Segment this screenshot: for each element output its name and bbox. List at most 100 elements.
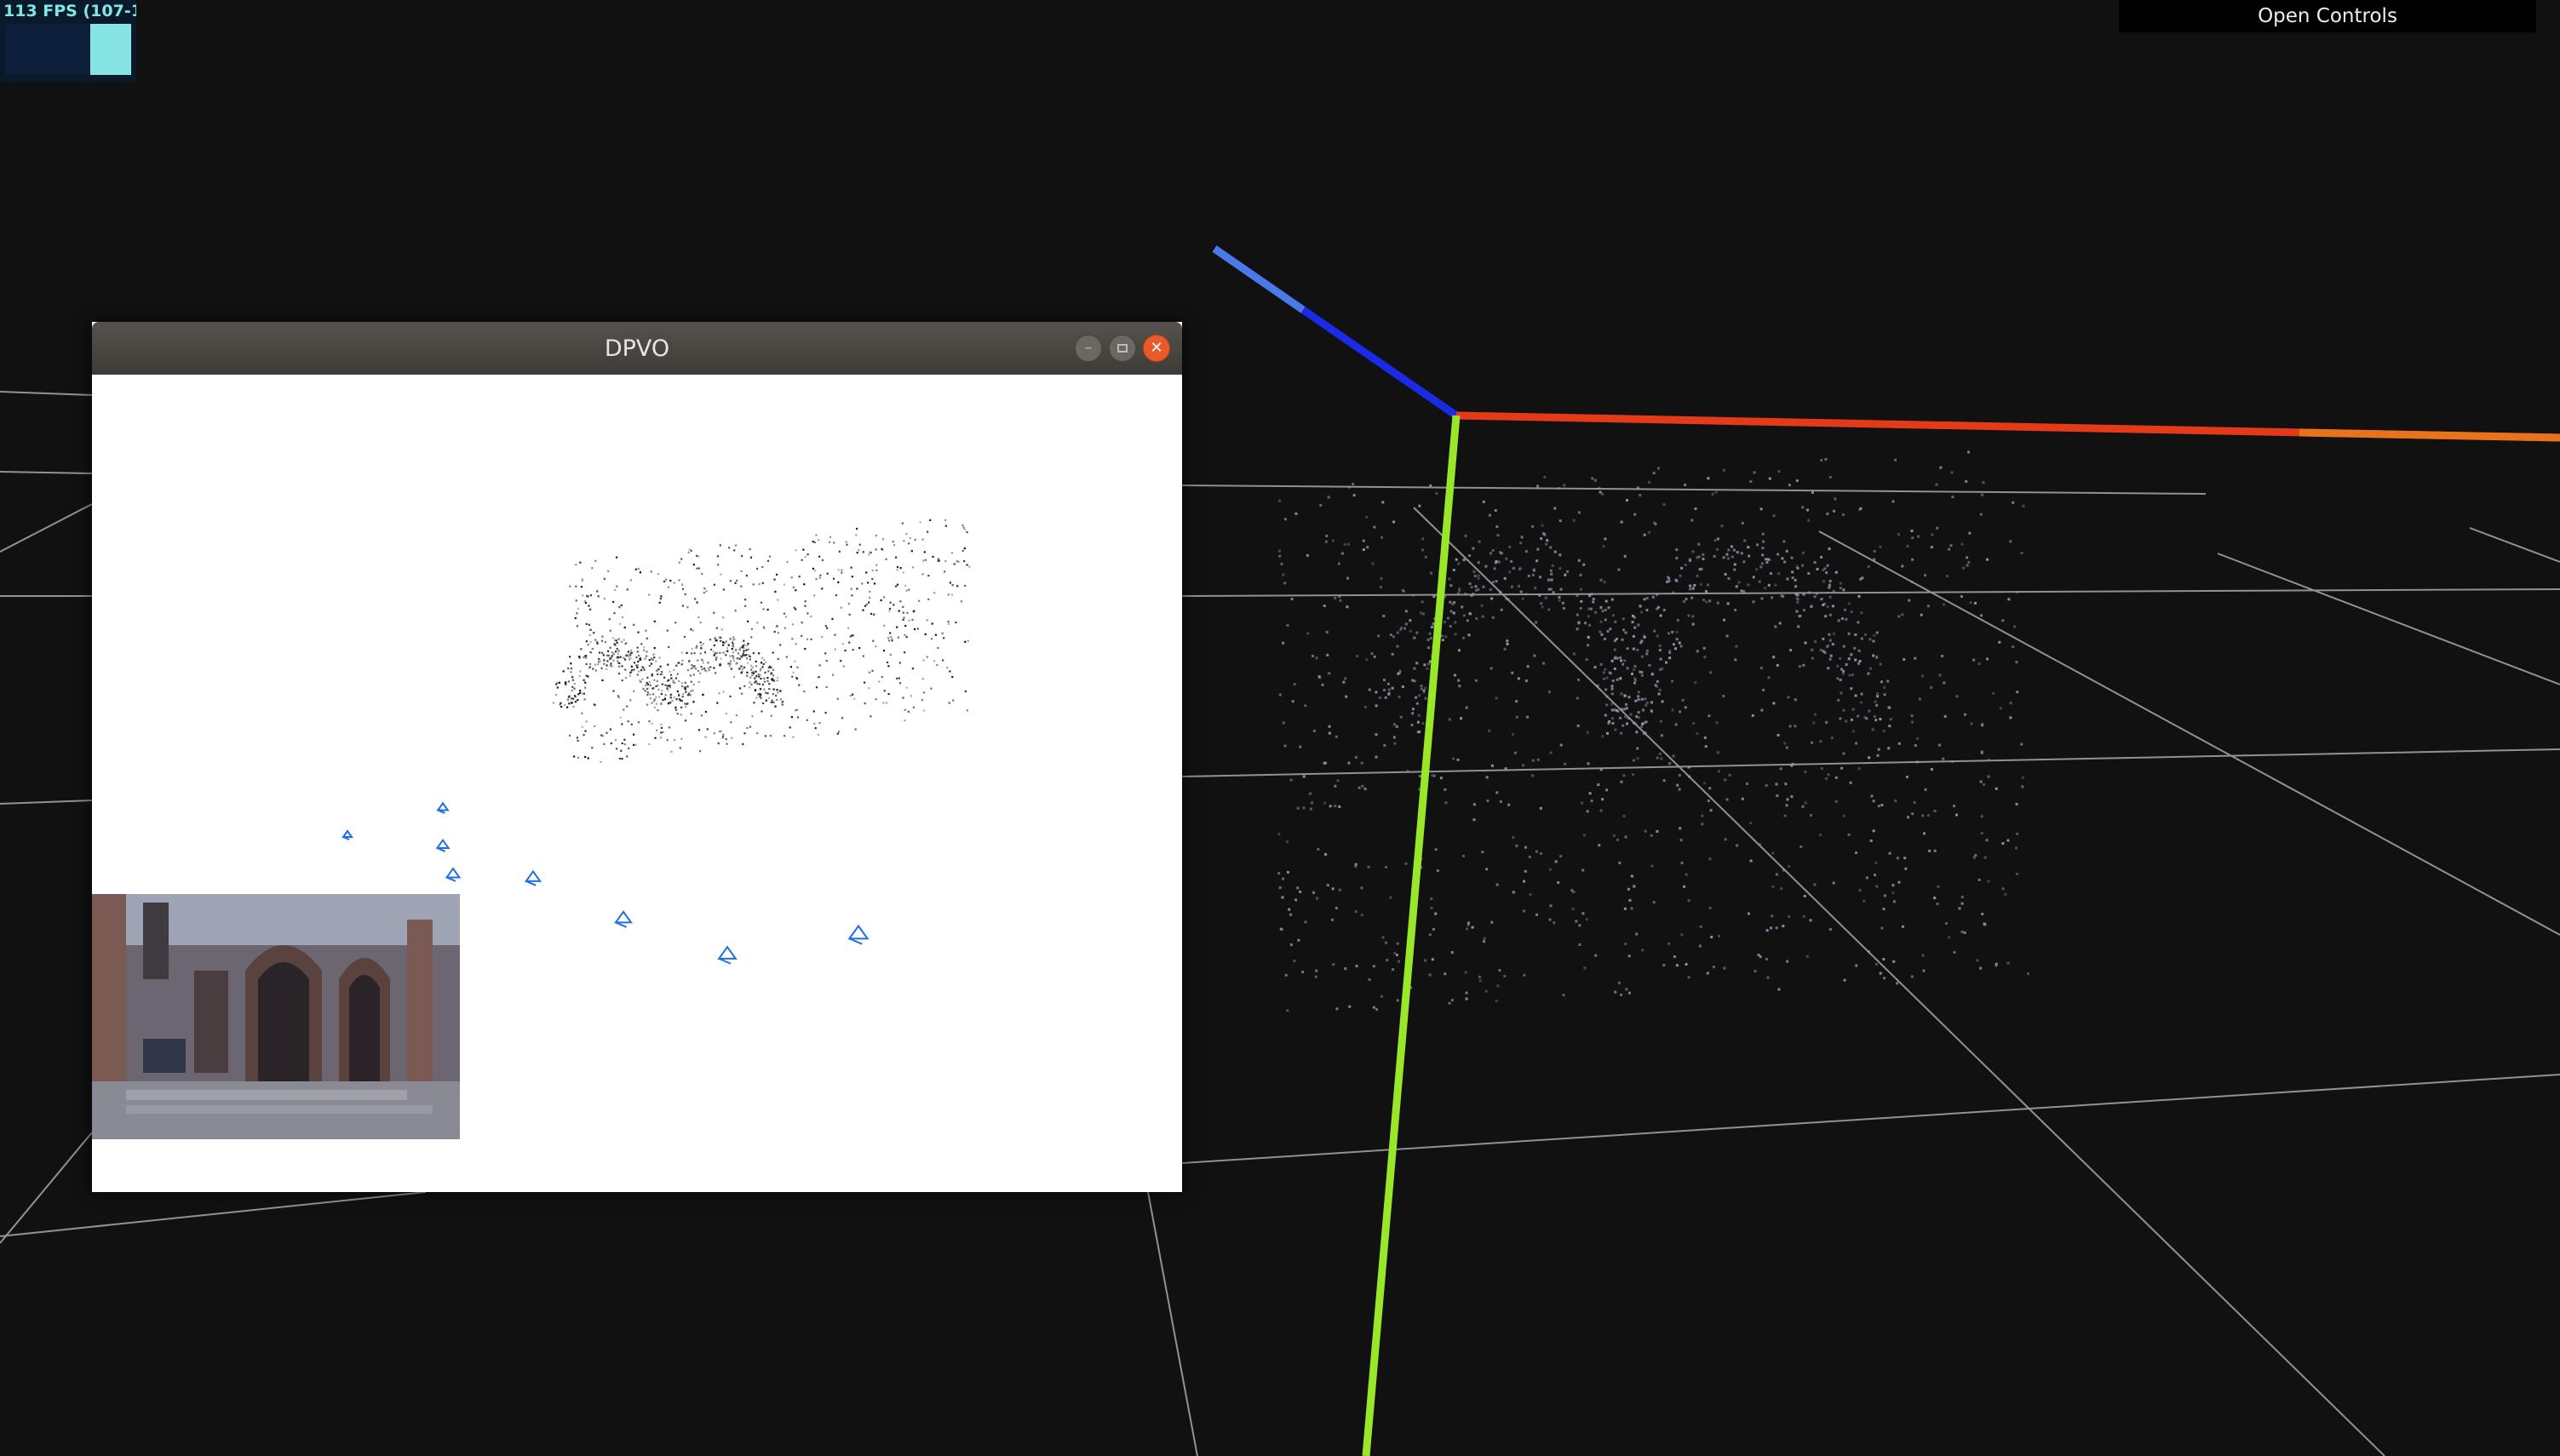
cloud-point	[1396, 631, 1399, 634]
map-point	[579, 561, 582, 564]
cloud-point	[1938, 674, 1942, 677]
map-point	[825, 660, 828, 662]
cloud-point	[1633, 626, 1637, 629]
cloud-point	[1828, 547, 1831, 551]
map-point	[796, 666, 799, 668]
cloud-point	[1483, 940, 1485, 943]
cloud-point	[1658, 752, 1662, 755]
cloud-point	[1759, 507, 1763, 511]
cloud-point	[1873, 558, 1876, 561]
cloud-point	[1674, 647, 1677, 651]
map-point	[692, 629, 694, 632]
cloud-point	[1418, 731, 1421, 734]
cloud-point	[1865, 876, 1868, 880]
cloud-point	[1901, 613, 1904, 616]
cloud-point	[1484, 989, 1488, 993]
cloud-point	[1753, 471, 1756, 474]
map-point	[760, 668, 762, 670]
cloud-point	[1529, 893, 1532, 896]
minimize-button[interactable]: –	[1075, 335, 1102, 362]
cloud-point	[1523, 909, 1526, 913]
map-point	[749, 686, 751, 689]
map-point	[776, 698, 778, 701]
map-point	[887, 639, 891, 642]
map-point	[623, 656, 625, 659]
map-point	[888, 610, 891, 612]
map-point	[819, 574, 822, 576]
cloud-point	[1908, 599, 1911, 602]
map-point	[676, 690, 679, 693]
map-point	[752, 652, 755, 655]
cloud-point	[1294, 512, 1298, 515]
map-point	[652, 700, 656, 702]
cloud-point	[1771, 596, 1773, 599]
map-point	[897, 636, 899, 639]
map-point	[720, 628, 723, 631]
map-point	[579, 670, 582, 673]
cloud-point	[1931, 533, 1934, 536]
map-point	[629, 658, 631, 661]
map-point	[616, 748, 618, 750]
map-point	[686, 702, 688, 705]
map-point	[762, 662, 765, 666]
cloud-point	[1576, 594, 1579, 597]
map-point	[633, 668, 635, 671]
cloud-point	[1648, 530, 1651, 534]
cloud-point	[1366, 546, 1369, 549]
cloud-point	[1380, 995, 1383, 998]
map-point	[616, 641, 618, 644]
map-point	[602, 654, 605, 656]
map-point	[871, 570, 874, 572]
cloud-point	[1598, 486, 1601, 490]
cloud-point	[1917, 535, 1920, 538]
cloud-point	[1762, 688, 1765, 691]
map-point	[644, 690, 646, 692]
map-point	[902, 618, 904, 621]
cloud-point	[1598, 844, 1601, 847]
map-point	[589, 651, 592, 654]
window-titlebar[interactable]: DPVO – ✕	[92, 322, 1182, 375]
map-point	[594, 559, 597, 562]
map-point	[923, 551, 926, 553]
cloud-point	[1943, 681, 1946, 685]
cloud-point	[1471, 926, 1474, 929]
map-point	[667, 586, 669, 588]
cloud-point	[1360, 914, 1363, 916]
map-point	[606, 664, 608, 667]
cloud-point	[1627, 696, 1631, 699]
cloud-point	[1620, 659, 1623, 662]
cloud-point	[1468, 554, 1472, 557]
cloud-point	[1461, 605, 1464, 609]
fps-stats-panel[interactable]: 113 FPS (107-120)	[0, 0, 136, 82]
cloud-point	[1735, 645, 1738, 648]
map-point	[696, 567, 698, 570]
map-point	[881, 538, 885, 541]
map-point	[749, 664, 752, 667]
cloud-point	[1283, 744, 1287, 748]
cloud-point	[1790, 795, 1794, 799]
cloud-point	[1541, 524, 1544, 527]
cloud-point	[1949, 544, 1953, 547]
map-point	[815, 534, 818, 536]
map-point	[594, 669, 597, 672]
cloud-point	[1614, 620, 1617, 623]
map-point	[968, 565, 971, 568]
map-point	[741, 692, 743, 695]
maximize-button[interactable]	[1109, 335, 1136, 362]
cloud-point	[1538, 593, 1541, 597]
camera-frustum	[524, 869, 542, 882]
cloud-point	[1930, 768, 1933, 771]
open-controls-button[interactable]: Open Controls	[2119, 0, 2536, 32]
close-button[interactable]: ✕	[1143, 335, 1170, 362]
cloud-point	[1558, 567, 1562, 570]
map-point	[585, 674, 588, 677]
cloud-point	[1278, 499, 1281, 502]
map-point	[949, 670, 951, 673]
map-point	[594, 639, 597, 641]
cloud-point	[1955, 813, 1958, 817]
map-point	[824, 712, 827, 714]
map-point	[829, 536, 832, 538]
cloud-point	[1590, 607, 1593, 610]
map-point	[770, 714, 772, 717]
cloud-point	[1472, 547, 1475, 550]
